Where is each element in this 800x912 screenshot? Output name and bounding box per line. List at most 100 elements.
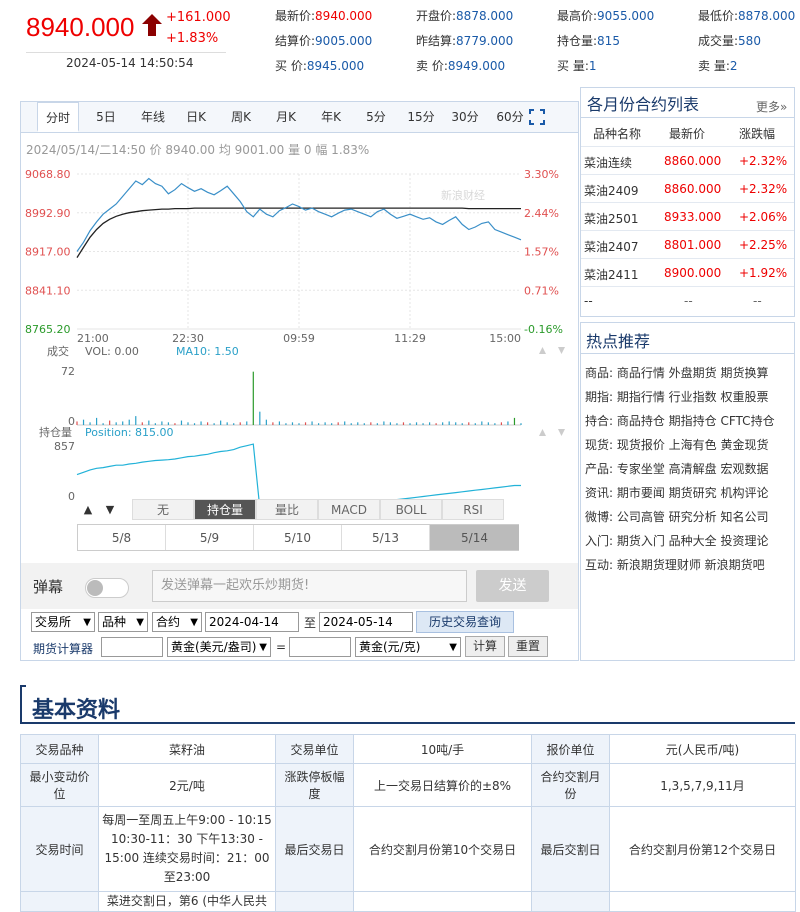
contract-change: +2.25% [739, 238, 788, 252]
tab-9[interactable]: 30分 [445, 102, 485, 132]
calculator-from-unit[interactable]: 黄金(美元/盎司) ▼ [167, 637, 271, 657]
quote-label: 卖 价: [416, 59, 448, 73]
date-cell[interactable]: 5/8 [78, 525, 166, 550]
up-arrow-icon [142, 14, 162, 36]
history-query-button[interactable]: 历史交易查询 [416, 611, 514, 633]
date-cell[interactable]: 5/10 [254, 525, 342, 550]
danmu-label: 弹幕 [33, 578, 64, 596]
calculator-result[interactable] [289, 637, 351, 657]
reset-button[interactable]: 重置 [508, 636, 548, 657]
nav-down-button[interactable]: ▼ [99, 499, 121, 520]
calculator-input[interactable] [101, 637, 163, 657]
tab-7[interactable]: 5分 [358, 102, 394, 132]
hot-link-row[interactable]: 商品: 商品行情 外盘期货 期货换算 [585, 364, 769, 381]
indicator-tab-0[interactable]: 无 [132, 499, 194, 520]
variety-select[interactable]: 品种 ▼ [98, 612, 148, 632]
exchange-select[interactable]: 交易所 ▼ [31, 612, 95, 632]
quote-item: 最低价:8878.000 [698, 7, 795, 24]
hot-link-row[interactable]: 持合: 商品持仓 期指持仓 CFTC持仓 [585, 412, 775, 429]
chart-tab-bar: 分时 5日 年线 日K 周K 月K 年K 5分 15分 30分 60分 [21, 102, 578, 133]
calculator-to-unit[interactable]: 黄金(元/克) ▼ [355, 637, 461, 657]
quote-value: 8878.000 [738, 9, 796, 23]
basic-info-value: 菜籽油 [98, 734, 276, 764]
indicator-tab-3[interactable]: MACD [318, 499, 380, 520]
tab-3[interactable]: 日K [178, 102, 214, 132]
exchange-select-value: 交易所 [35, 615, 72, 629]
indicator-tab-1[interactable]: 持仓量 [194, 499, 256, 520]
hot-link-row[interactable]: 期指: 期指行情 行业指数 权重股票 [585, 388, 769, 405]
contract-row[interactable]: 菜油2409 8860.000 +2.32% [581, 175, 794, 203]
volume-value: VOL: 0.00 [85, 345, 139, 358]
quote-label: 持仓量: [557, 34, 598, 48]
quote-value: 2 [729, 59, 738, 73]
nav-up-button[interactable]: ▲ [77, 499, 99, 520]
pane-up-icon[interactable] [539, 347, 546, 354]
tab-2[interactable]: 年线 [133, 102, 173, 132]
quote-item: 成交量:580 [698, 32, 761, 49]
danmu-input[interactable]: 发送弹幕一起欢乐炒期货! [152, 570, 467, 602]
contract-name[interactable]: 菜油2409 [584, 182, 639, 199]
end-date-input[interactable]: 2024-05-14 [319, 612, 413, 632]
start-date-input[interactable]: 2024-04-14 [205, 612, 299, 632]
indicator-tab-4[interactable]: BOLL [380, 499, 442, 520]
quote-value: 8878.000 [456, 9, 514, 23]
quote-label: 结算价: [275, 34, 316, 48]
tab-8[interactable]: 15分 [403, 102, 439, 132]
contract-select[interactable]: 合约 ▼ [152, 612, 202, 632]
position-min-label: 0 [68, 490, 75, 503]
x-axis-label: 11:29 [394, 332, 426, 345]
contract-row[interactable]: 菜油2407 8801.000 +2.25% [581, 231, 794, 259]
hot-link-row[interactable]: 入门: 期货入门 品种大全 投资理论 [585, 532, 769, 549]
tab-6[interactable]: 年K [313, 102, 349, 132]
pane-up-icon[interactable] [539, 429, 546, 436]
contract-list-title: 各月份合约列表 [587, 95, 700, 114]
contract-row[interactable]: 菜油连续 8860.000 +2.32% [581, 147, 794, 175]
contract-price: 8860.000 [664, 182, 722, 196]
danmu-toggle[interactable] [85, 578, 129, 598]
more-link[interactable]: 更多» [756, 98, 787, 115]
basic-info-value: 1,3,5,7,9,11月 [609, 763, 796, 807]
basic-info-key: 最后交割日 [531, 806, 610, 892]
hot-link-row[interactable]: 资讯: 期市要闻 期货研究 机构评论 [585, 484, 769, 501]
contract-name[interactable]: 菜油2411 [584, 266, 639, 283]
pane-down-icon[interactable] [558, 347, 565, 354]
tab-0[interactable]: 分时 [37, 102, 79, 132]
contract-name[interactable]: 菜油2501 [584, 210, 639, 227]
hot-link-row[interactable]: 微博: 公司高管 研究分析 知名公司 [585, 508, 769, 525]
contract-row[interactable]: 菜油2501 8933.000 +2.06% [581, 203, 794, 231]
basic-info-value [609, 891, 796, 912]
date-cell[interactable]: 5/13 [342, 525, 430, 550]
tab-10[interactable]: 60分 [490, 102, 530, 132]
quote-label: 昨结算: [416, 34, 457, 48]
hot-link-row[interactable]: 现货: 现货报价 上海有色 黄金现货 [585, 436, 769, 453]
header-divider [26, 52, 226, 53]
quote-value: 1 [588, 59, 597, 73]
calculate-button[interactable]: 计算 [465, 636, 505, 657]
contract-header-cell: 品种名称 [593, 127, 642, 141]
y-axis-pct-label: 0.71% [524, 284, 559, 297]
fullscreen-icon[interactable] [529, 109, 545, 125]
date-cell[interactable]: 5/9 [166, 525, 254, 550]
contract-price: 8801.000 [664, 238, 722, 252]
danmu-send-button[interactable]: 发送 [476, 570, 549, 602]
hot-link-row[interactable]: 产品: 专家坐堂 高清解盘 宏观数据 [585, 460, 769, 477]
tab-5[interactable]: 月K [268, 102, 304, 132]
chevron-down-icon: ▼ [449, 642, 457, 653]
indicator-tab-5[interactable]: RSI [442, 499, 504, 520]
contract-name[interactable]: 菜油2407 [584, 238, 639, 255]
tab-1[interactable]: 5日 [88, 102, 124, 132]
basic-info-row: 交易品种 菜籽油 交易单位 10吨/手 报价单位 元(人民币/吨) [20, 734, 796, 764]
date-cell[interactable]: 5/14 [430, 525, 519, 550]
tab-4[interactable]: 周K [223, 102, 259, 132]
contract-name[interactable]: -- [584, 294, 593, 308]
indicator-tab-2[interactable]: 量比 [256, 499, 318, 520]
pane-down-icon[interactable] [558, 429, 565, 436]
basic-info-key: 交易时间 [20, 806, 99, 892]
contract-name[interactable]: 菜油连续 [584, 154, 632, 171]
hot-link-row[interactable]: 互动: 新浪期货理财师 新浪期货吧 [585, 556, 765, 573]
intraday-chart[interactable]: 9068.80 8992.90 8917.00 8841.10 8765.20 3.30%… [21, 164, 578, 542]
y-axis-label: 8765.20 [25, 323, 71, 336]
contract-row[interactable]: 菜油2411 8900.000 +1.92% [581, 259, 794, 287]
contract-list-panel: 各月份合约列表 更多» 品种名称 最新价 涨跌幅 菜油连续 8860.000 +2.32… [580, 87, 795, 317]
contract-row[interactable]: -- -- -- [581, 287, 794, 315]
